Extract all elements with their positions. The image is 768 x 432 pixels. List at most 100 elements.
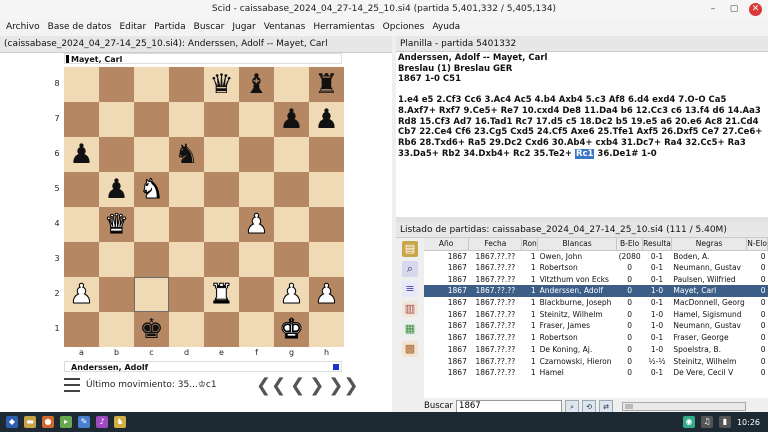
black-knight-icon[interactable]: ♞ xyxy=(174,137,198,172)
square-e4[interactable] xyxy=(204,207,239,242)
square-c6[interactable] xyxy=(134,137,169,172)
square-h2[interactable]: ♟ xyxy=(309,277,344,312)
square-b2[interactable] xyxy=(99,277,134,312)
square-f3[interactable] xyxy=(239,242,274,277)
table-row[interactable]: 1867 1867.??.?? 1 Robertson 0 0-1 Neumann, Gus… xyxy=(424,262,768,274)
white-queen-icon[interactable]: ♛ xyxy=(104,207,129,242)
square-f2[interactable] xyxy=(239,277,274,312)
menu-ayuda[interactable]: Ayuda xyxy=(428,19,464,36)
square-c3[interactable] xyxy=(134,242,169,277)
square-c4[interactable] xyxy=(134,207,169,242)
column-date[interactable]: Fecha xyxy=(468,238,523,251)
scid-app-icon[interactable]: ♞ xyxy=(114,416,126,428)
square-g8[interactable] xyxy=(274,67,309,102)
notation-panel[interactable]: Anderssen, Adolf -- Mayet, Carl Breslau … xyxy=(396,52,768,217)
square-d8[interactable] xyxy=(169,67,204,102)
menu-editar[interactable]: Editar xyxy=(116,19,151,36)
files-icon[interactable]: ▬ xyxy=(24,416,36,428)
square-e5[interactable] xyxy=(204,172,239,207)
search-icon[interactable]: ⌕ xyxy=(565,399,580,412)
square-d3[interactable] xyxy=(169,242,204,277)
square-g6[interactable] xyxy=(274,137,309,172)
menu-archivo[interactable]: Archivo xyxy=(2,19,44,36)
square-c7[interactable] xyxy=(134,102,169,137)
square-d6[interactable]: ♞ xyxy=(169,137,204,172)
white-knight-icon[interactable]: ♞ xyxy=(139,172,164,207)
square-d5[interactable] xyxy=(169,172,204,207)
battery-icon[interactable]: ▮ xyxy=(718,416,731,428)
black-king-icon[interactable]: ♚ xyxy=(139,312,163,347)
menu-opciones[interactable]: Opciones xyxy=(379,19,429,36)
white-pawn-icon[interactable]: ♟ xyxy=(279,277,304,312)
square-f5[interactable] xyxy=(239,172,274,207)
filter-toggle-icon[interactable]: ⇄ xyxy=(599,399,614,412)
square-h7[interactable]: ♟ xyxy=(309,102,344,137)
media-icon[interactable]: ♪ xyxy=(96,416,108,428)
board-icon[interactable]: ▩ xyxy=(402,341,418,357)
square-g3[interactable] xyxy=(274,242,309,277)
table-row[interactable]: 1867 1867.??.?? 1 Czarnowski, Hieron 0 ½-½ Ste… xyxy=(424,355,768,367)
column-year[interactable]: Año xyxy=(424,238,470,251)
last-move-button[interactable]: ❯❯ xyxy=(328,375,358,397)
square-a2[interactable]: ♟ xyxy=(64,277,99,312)
black-queen-icon[interactable]: ♛ xyxy=(209,67,233,102)
column-black[interactable]: Negras xyxy=(671,238,748,251)
volume-icon[interactable]: ♫ xyxy=(700,416,713,428)
square-f8[interactable]: ♝ xyxy=(239,67,274,102)
square-g7[interactable]: ♟ xyxy=(274,102,309,137)
square-b7[interactable] xyxy=(99,102,134,137)
maximize-button[interactable]: ▢ xyxy=(728,3,740,15)
square-e3[interactable] xyxy=(204,242,239,277)
square-a3[interactable] xyxy=(64,242,99,277)
square-f6[interactable] xyxy=(239,137,274,172)
square-a5[interactable] xyxy=(64,172,99,207)
square-b1[interactable] xyxy=(99,312,134,347)
square-f4[interactable]: ♟ xyxy=(239,207,274,242)
search-input[interactable] xyxy=(456,399,563,412)
square-h3[interactable] xyxy=(309,242,344,277)
column-black-elo[interactable]: N-Elo xyxy=(746,238,768,251)
network-icon[interactable]: ◉ xyxy=(682,416,695,428)
square-f1[interactable] xyxy=(239,312,274,347)
first-move-button[interactable]: ❮❮ xyxy=(256,375,286,397)
square-f7[interactable] xyxy=(239,102,274,137)
square-d2[interactable] xyxy=(169,277,204,312)
book-icon[interactable]: ▤ xyxy=(402,241,418,257)
move-text[interactable]: 1.e4 e5 2.Cf3 Cc6 3.Ac4 Ac5 4.b4 Axb4 5.… xyxy=(398,95,766,159)
square-a8[interactable] xyxy=(64,67,99,102)
square-a7[interactable] xyxy=(64,102,99,137)
black-pawn-icon[interactable]: ♟ xyxy=(314,102,338,137)
column-round[interactable]: Ron xyxy=(521,238,539,251)
black-rook-icon[interactable]: ♜ xyxy=(314,67,338,102)
editor-icon[interactable]: ✎ xyxy=(78,416,90,428)
hamburger-menu-icon[interactable] xyxy=(64,378,80,392)
black-pawn-icon[interactable]: ♟ xyxy=(104,172,128,207)
column-white-elo[interactable]: B-Elo xyxy=(616,238,644,251)
square-b4[interactable]: ♛ xyxy=(99,207,134,242)
scrollbar-thumb[interactable] xyxy=(625,403,634,409)
list-scrollbar[interactable] xyxy=(622,401,747,411)
square-h8[interactable]: ♜ xyxy=(309,67,344,102)
start-menu-icon[interactable]: ◆ xyxy=(6,416,18,428)
square-h6[interactable] xyxy=(309,137,344,172)
square-g2[interactable]: ♟ xyxy=(274,277,309,312)
square-b8[interactable] xyxy=(99,67,134,102)
square-b5[interactable]: ♟ xyxy=(99,172,134,207)
table-row[interactable]: 1867 1867.??.?? 1 Steinitz, Wilhelm 0 1-0 Hame… xyxy=(424,308,768,320)
close-button[interactable]: ✕ xyxy=(749,3,762,16)
terminal-icon[interactable]: ▸ xyxy=(60,416,72,428)
white-rook-icon[interactable]: ♜ xyxy=(209,277,234,312)
table-row[interactable]: 1867 1867.??.?? 1 Hamel 0 0-1 De Vere, Cecil V… xyxy=(424,367,768,379)
moves-after[interactable]: 36.De1# 1-0 xyxy=(594,149,656,159)
square-c1[interactable]: ♚ xyxy=(134,312,169,347)
square-e1[interactable] xyxy=(204,312,239,347)
square-c2[interactable] xyxy=(134,277,169,312)
square-g4[interactable] xyxy=(274,207,309,242)
square-h1[interactable] xyxy=(309,312,344,347)
square-e6[interactable] xyxy=(204,137,239,172)
next-move-button[interactable]: ❯ xyxy=(309,375,324,397)
layout-icon[interactable]: ▦ xyxy=(402,321,418,337)
table-row[interactable]: 1867 1867.??.?? 1 Blackburne, Joseph 0 0-1 Mac… xyxy=(424,297,768,309)
list-icon[interactable]: ≡ xyxy=(402,281,418,297)
table-row[interactable]: 1867 1867.??.?? 1 Anderssen, Adolf 0 1-0 Mayet… xyxy=(424,285,768,297)
